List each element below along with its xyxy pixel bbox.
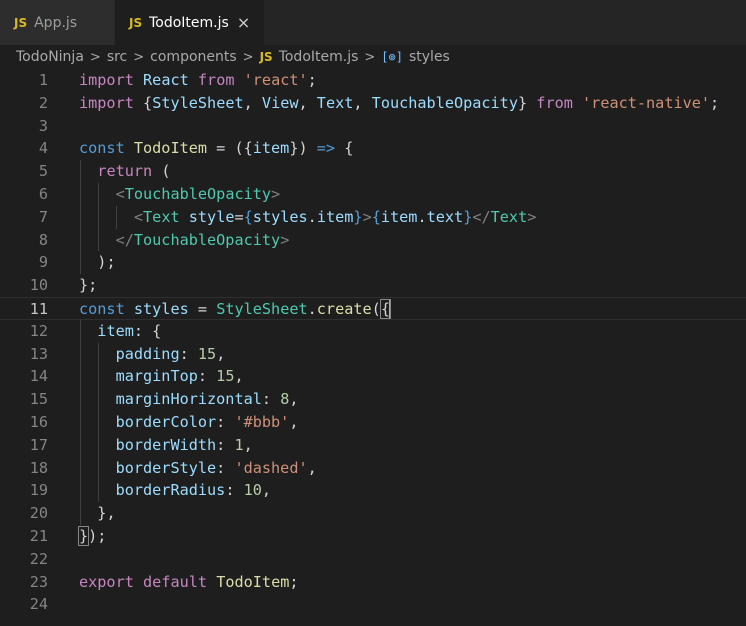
line-content: borderColor: '#bbb', bbox=[115, 412, 299, 431]
code-line: 6 <TouchableOpacity> bbox=[0, 182, 746, 206]
code-editor[interactable]: 1 import React from 'react'; 2 import {Sty… bbox=[0, 69, 746, 616]
code-line: 19 borderRadius: 10, bbox=[0, 479, 746, 503]
line-content: <TouchableOpacity> bbox=[115, 184, 281, 203]
code-line: 14 marginTop: 15, bbox=[0, 365, 746, 389]
line-number: 3 bbox=[38, 116, 48, 135]
line-number: 20 bbox=[29, 504, 48, 523]
line-number: 4 bbox=[38, 139, 48, 158]
line-content: const TodoItem = ({item}) => { bbox=[79, 139, 354, 158]
line-content: }, bbox=[97, 504, 116, 523]
code-line: 8 </TouchableOpacity> bbox=[0, 228, 746, 252]
line-content: return ( bbox=[97, 162, 171, 181]
line-content: import React from 'react'; bbox=[79, 71, 317, 89]
line-number: 19 bbox=[29, 481, 48, 500]
line-content: borderRadius: 10, bbox=[115, 481, 272, 500]
code-line: 2 import {StyleSheet, View, Text, Touchab… bbox=[0, 92, 746, 115]
chevron-right-icon: > bbox=[364, 49, 376, 65]
line-number: 13 bbox=[29, 344, 48, 363]
line-content: marginTop: 15, bbox=[115, 367, 244, 386]
line-number: 23 bbox=[29, 572, 48, 591]
line-number: 15 bbox=[29, 390, 48, 409]
line-content: import {StyleSheet, View, Text, Touchabl… bbox=[79, 93, 720, 112]
line-number: 24 bbox=[29, 595, 48, 614]
line-number: 2 bbox=[38, 93, 48, 112]
code-line: 17 borderWidth: 1, bbox=[0, 433, 746, 457]
tab-app-js[interactable]: JS App.js bbox=[0, 0, 115, 45]
line-content: marginHorizontal: 8, bbox=[115, 390, 299, 409]
code-line: 10}; bbox=[0, 274, 746, 297]
line-number: 1 bbox=[38, 71, 48, 89]
code-line: 4 const TodoItem = ({item}) => { bbox=[0, 137, 746, 160]
line-number: 22 bbox=[29, 549, 48, 568]
code-line: 5 return ( bbox=[0, 160, 746, 183]
breadcrumb-item-src[interactable]: src bbox=[107, 49, 127, 65]
tab-bar: JS App.js JS TodoItem.js × bbox=[0, 0, 746, 45]
line-content: padding: 15, bbox=[115, 344, 226, 363]
line-number: 8 bbox=[38, 230, 48, 249]
line-number: 14 bbox=[29, 367, 48, 386]
line-content: const styles = StyleSheet.create({ bbox=[79, 298, 391, 319]
tab-label: TodoItem.js bbox=[149, 14, 229, 31]
line-number: 18 bbox=[29, 458, 48, 477]
breadcrumb-item-symbol[interactable]: styles bbox=[409, 49, 450, 65]
variable-symbol-icon: [⊚] bbox=[381, 50, 403, 64]
line-content: ); bbox=[97, 253, 116, 272]
text-cursor bbox=[388, 300, 391, 319]
line-content: borderStyle: 'dashed', bbox=[115, 458, 317, 477]
line-content: export default TodoItem; bbox=[79, 572, 299, 591]
line-number: 9 bbox=[38, 253, 48, 272]
breadcrumb-item-todoninja[interactable]: TodoNinja bbox=[16, 49, 84, 65]
line-content: item: { bbox=[97, 321, 162, 340]
code-line: 12 item: { bbox=[0, 319, 746, 343]
code-line: 18 borderStyle: 'dashed', bbox=[0, 456, 746, 480]
js-file-icon: JS bbox=[14, 15, 28, 30]
matching-bracket: } bbox=[77, 525, 90, 546]
line-content: }; bbox=[79, 276, 98, 295]
line-number: 6 bbox=[38, 184, 48, 203]
code-line: 22 bbox=[0, 548, 746, 571]
line-content: <Text style={styles.item}>{item.text}</T… bbox=[133, 207, 537, 226]
close-icon[interactable]: × bbox=[237, 13, 250, 32]
line-content: }); bbox=[77, 525, 107, 546]
line-number: 10 bbox=[29, 276, 48, 295]
line-number: 16 bbox=[29, 412, 48, 431]
code-line: 20 }, bbox=[0, 502, 746, 525]
breadcrumb-item-file[interactable]: TodoItem.js bbox=[279, 49, 359, 65]
code-line: 1 import React from 'react'; bbox=[0, 69, 746, 92]
code-line: 13 padding: 15, bbox=[0, 342, 746, 366]
line-number: 5 bbox=[38, 162, 48, 181]
line-number: 12 bbox=[29, 321, 48, 340]
code-line: 9 ); bbox=[0, 251, 746, 275]
chevron-right-icon: > bbox=[133, 49, 145, 65]
line-content: </TouchableOpacity> bbox=[115, 230, 290, 249]
tab-label: App.js bbox=[34, 14, 78, 31]
line-content: borderWidth: 1, bbox=[115, 435, 253, 454]
code-line: 3 bbox=[0, 115, 746, 138]
code-line: 15 marginHorizontal: 8, bbox=[0, 388, 746, 411]
code-line: 24 bbox=[0, 593, 746, 616]
code-line: 21}); bbox=[0, 525, 746, 548]
code-line: 7 <Text style={styles.item}>{item.text}<… bbox=[0, 205, 746, 229]
line-number: 21 bbox=[29, 526, 48, 545]
line-number: 11 bbox=[29, 299, 48, 318]
code-line: 23 export default TodoItem; bbox=[0, 571, 746, 594]
line-number: 17 bbox=[29, 435, 48, 454]
code-line-current: 11 const styles = StyleSheet.create({ bbox=[0, 296, 746, 320]
line-number: 7 bbox=[38, 207, 48, 226]
code-line: 16 borderColor: '#bbb', bbox=[0, 410, 746, 434]
js-file-icon: JS bbox=[259, 50, 273, 64]
js-file-icon: JS bbox=[129, 15, 143, 30]
chevron-right-icon: > bbox=[242, 49, 254, 65]
tab-todoitem-js[interactable]: JS TodoItem.js × bbox=[115, 0, 265, 45]
breadcrumb-item-components[interactable]: components bbox=[150, 49, 237, 65]
breadcrumb: TodoNinja > src > components > JS TodoIt… bbox=[0, 45, 746, 69]
chevron-right-icon: > bbox=[89, 49, 101, 65]
